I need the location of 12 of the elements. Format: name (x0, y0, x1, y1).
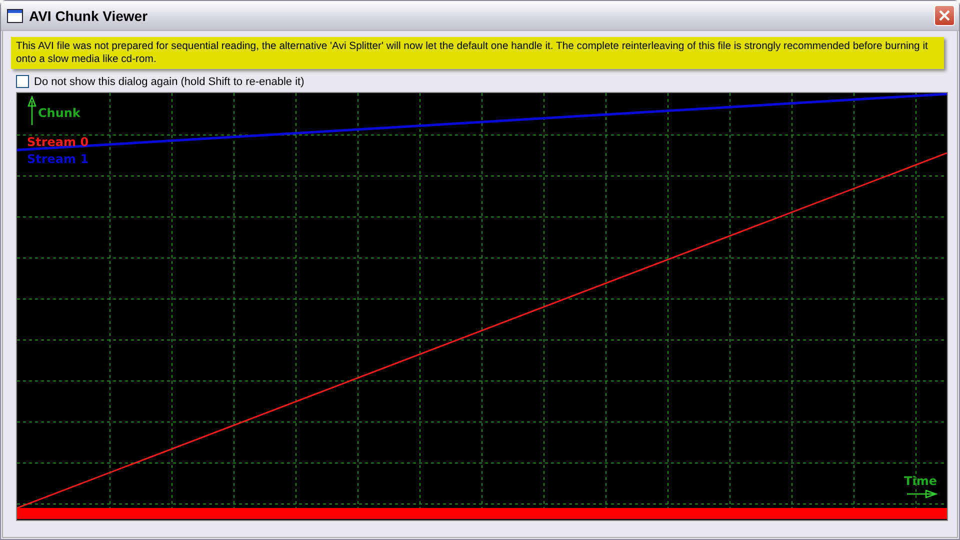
legend-label: Stream 1 (27, 152, 89, 166)
y-axis-label: Chunk (38, 106, 80, 120)
right-arrow-icon (906, 490, 938, 498)
close-icon (938, 9, 951, 22)
x-axis-label: Time (904, 474, 937, 488)
warning-message: This AVI file was not prepared for sequential reading, the alternative 'Avi Splitter' will now let the default one handle it. The complete reinterleaving of this file is strongly recommended before burning it onto a slow media like cd-rom. (11, 37, 944, 69)
checkbox[interactable] (16, 75, 29, 88)
up-arrow-icon (28, 95, 36, 126)
close-button[interactable] (934, 5, 955, 26)
window-icon (7, 8, 23, 22)
window-title: AVI Chunk Viewer (29, 8, 149, 24)
checkbox-label[interactable]: Do not show this dialog again (hold Shift to re-enable it) (34, 76, 304, 88)
